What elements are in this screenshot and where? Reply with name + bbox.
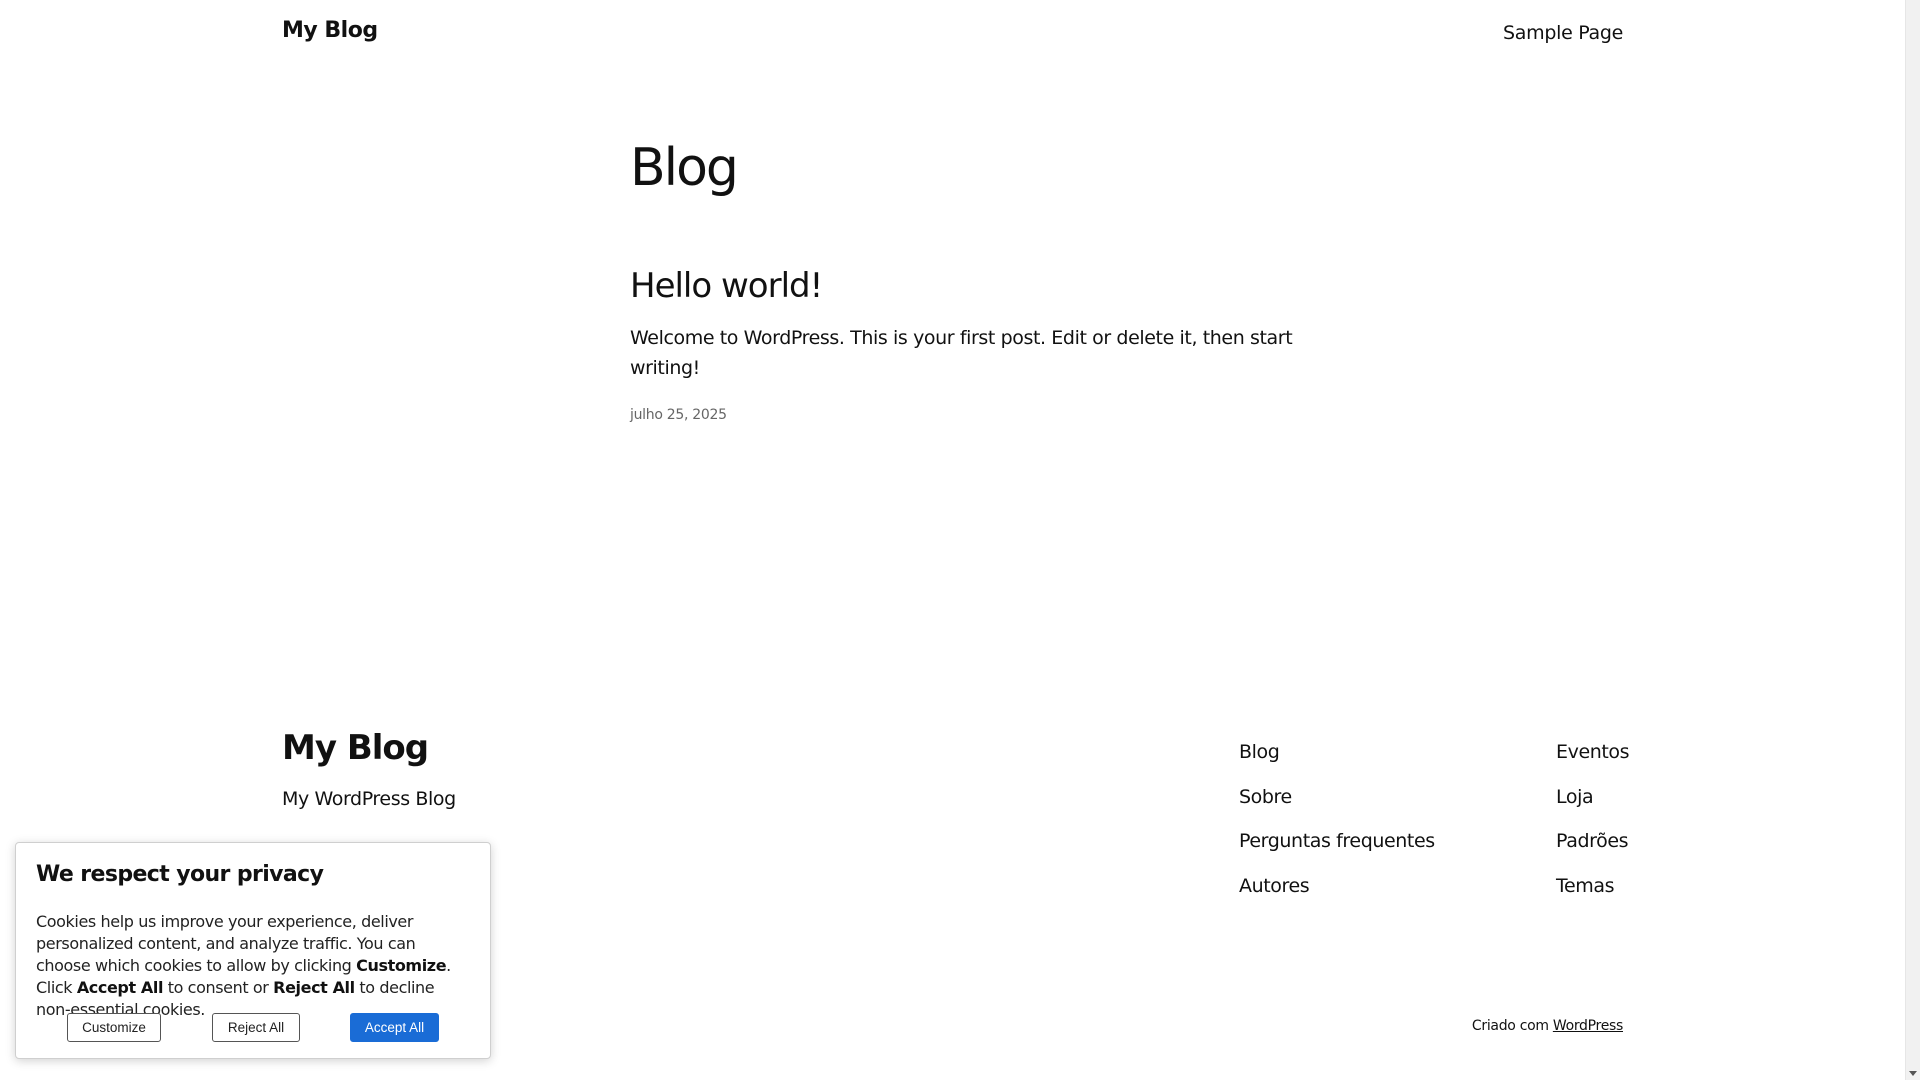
post-date: julho 25, 2025 <box>630 407 727 423</box>
footer-link-blog[interactable]: Blog <box>1239 741 1280 763</box>
scroll-down-arrow-icon[interactable] <box>1909 1071 1917 1076</box>
reject-all-button[interactable]: Reject All <box>212 1013 300 1042</box>
page: My Blog Sample Page Blog Hello world! We… <box>0 0 1920 1080</box>
wordpress-link[interactable]: WordPress <box>1553 1018 1623 1034</box>
footer-link-perguntas-frequentes[interactable]: Perguntas frequentes <box>1239 830 1435 852</box>
customize-button[interactable]: Customize <box>67 1013 161 1042</box>
cookie-consent-banner: We respect your privacy Cookies help us … <box>15 842 491 1059</box>
footer-link-padroes[interactable]: Padrões <box>1556 830 1629 852</box>
footer-credit: Criado com WordPress <box>1472 1018 1623 1034</box>
cookie-banner-text: Cookies help us improve your experience,… <box>36 912 451 1019</box>
post-title-link[interactable]: Hello world! <box>630 266 823 306</box>
footer-link-loja[interactable]: Loja <box>1556 786 1594 808</box>
accept-all-button[interactable]: Accept All <box>350 1013 439 1042</box>
cookie-banner-buttons: Customize Reject All Accept All <box>16 1013 490 1042</box>
post-title: Hello world! <box>630 265 1330 307</box>
page-title: Blog <box>630 138 739 198</box>
footer-link-eventos[interactable]: Eventos <box>1556 741 1630 763</box>
post-card: Hello world! Welcome to WordPress. This … <box>630 265 1330 423</box>
site-title-link[interactable]: My Blog <box>282 18 378 43</box>
footer-link-sobre[interactable]: Sobre <box>1239 786 1292 808</box>
footer-site-title-link[interactable]: My Blog <box>282 728 429 768</box>
footer-credit-prefix: Criado com <box>1471 1018 1549 1034</box>
nav-item-sample-page[interactable]: Sample Page <box>1503 22 1623 44</box>
main-content: Blog Hello world! Welcome to WordPress. … <box>630 135 1330 423</box>
footer-link-autores[interactable]: Autores <box>1239 875 1310 897</box>
vertical-scrollbar[interactable] <box>1905 0 1920 1080</box>
footer-tagline: My WordPress Blog <box>282 788 456 810</box>
footer-nav-column-1: Blog Sobre Perguntas frequentes Autores <box>1239 730 1435 908</box>
post-excerpt: Welcome to WordPress. This is your first… <box>630 327 1293 379</box>
footer-link-temas[interactable]: Temas <box>1556 875 1615 897</box>
footer-nav-column-2: Eventos Loja Padrões Temas <box>1556 730 1630 908</box>
cookie-banner-title: We respect your privacy <box>36 862 324 887</box>
